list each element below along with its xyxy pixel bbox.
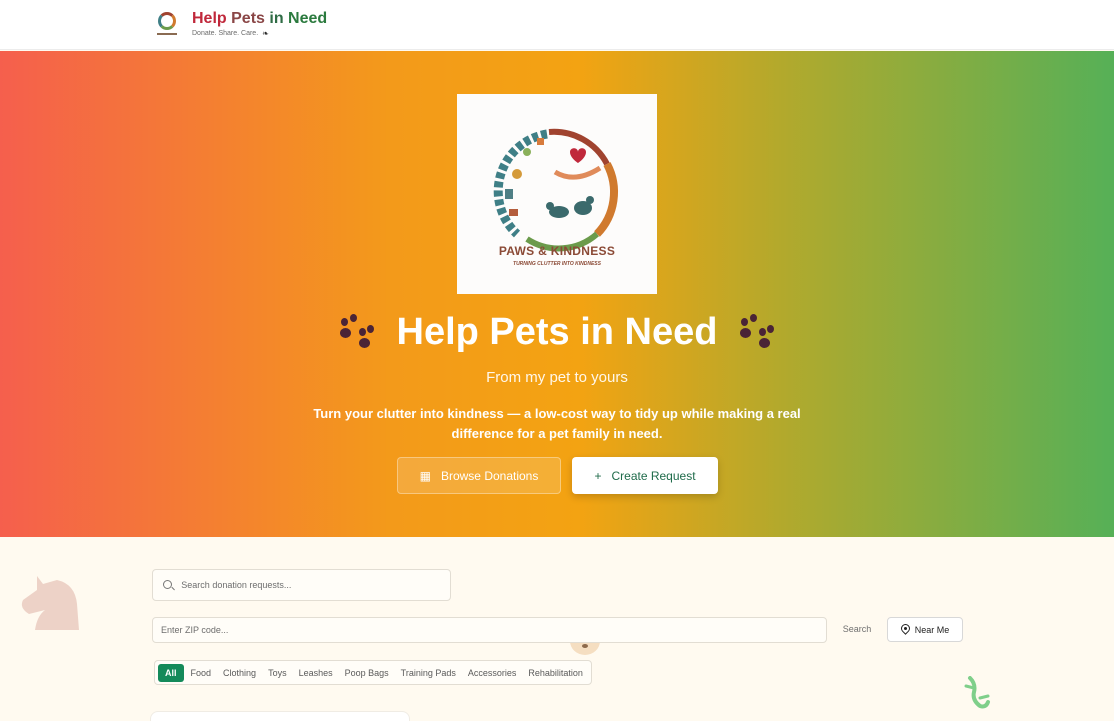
category-accessories[interactable]: Accessories: [463, 664, 522, 682]
search-button[interactable]: Search: [836, 617, 878, 641]
category-clothing[interactable]: Clothing: [218, 664, 261, 682]
category-training-pads[interactable]: Training Pads: [396, 664, 461, 682]
zip-input[interactable]: [161, 625, 826, 635]
category-leashes[interactable]: Leashes: [294, 664, 338, 682]
browse-donations-button[interactable]: ▦ Browse Donations: [397, 457, 561, 494]
category-rehabilitation[interactable]: Rehabilitation: [523, 664, 588, 682]
logo-subtitle: TURNING CLUTTER INTO KINDNESS: [513, 261, 601, 267]
paw-prints-icon: [737, 312, 777, 352]
category-food[interactable]: Food: [186, 664, 217, 682]
paw-icon: ❧: [262, 29, 269, 38]
hero-title: Help Pets in Need: [396, 311, 718, 353]
paws-kindness-logo: PAWS & KINDNESS TURNING CLUTTER INTO KIN…: [457, 94, 657, 294]
brand-title: Help Pets in Need: [192, 10, 328, 27]
plus-icon: +: [594, 468, 602, 483]
search-input[interactable]: [181, 580, 450, 590]
category-poop-bags[interactable]: Poop Bags: [340, 664, 394, 682]
hero-description: Turn your clutter into kindness — a low-…: [313, 406, 801, 441]
brand-logo-icon: [156, 9, 178, 35]
top-navbar: Help Pets in Need Donate. Share. Care. ❧: [0, 0, 1114, 50]
category-all[interactable]: All: [158, 663, 184, 682]
create-request-button[interactable]: + Create Request: [572, 457, 718, 494]
hero-subtitle: From my pet to yours: [486, 369, 628, 386]
zip-code-box[interactable]: [152, 617, 827, 643]
logo-name: PAWS & KINDNESS: [498, 244, 616, 258]
donation-card[interactable]: [150, 711, 410, 721]
brand-link[interactable]: Help Pets in Need Donate. Share. Care. ❧: [156, 9, 327, 38]
brand-tagline: Donate. Share. Care. ❧: [192, 29, 269, 38]
location-pin-icon: [898, 622, 912, 635]
near-me-button[interactable]: Near Me: [887, 617, 963, 642]
lizard-icon: [964, 676, 990, 709]
horse-icon: [21, 576, 79, 630]
grid-icon: ▦: [419, 468, 431, 483]
hero-section: PAWS & KINDNESS TURNING CLUTTER INTO KIN…: [0, 51, 1114, 537]
category-toys[interactable]: Toys: [263, 664, 292, 682]
search-icon: [163, 579, 175, 591]
search-donations-box[interactable]: [152, 569, 451, 601]
paw-prints-icon: [337, 312, 377, 352]
category-filter-bar: All Food Clothing Toys Leashes Poop Bags…: [154, 660, 592, 685]
